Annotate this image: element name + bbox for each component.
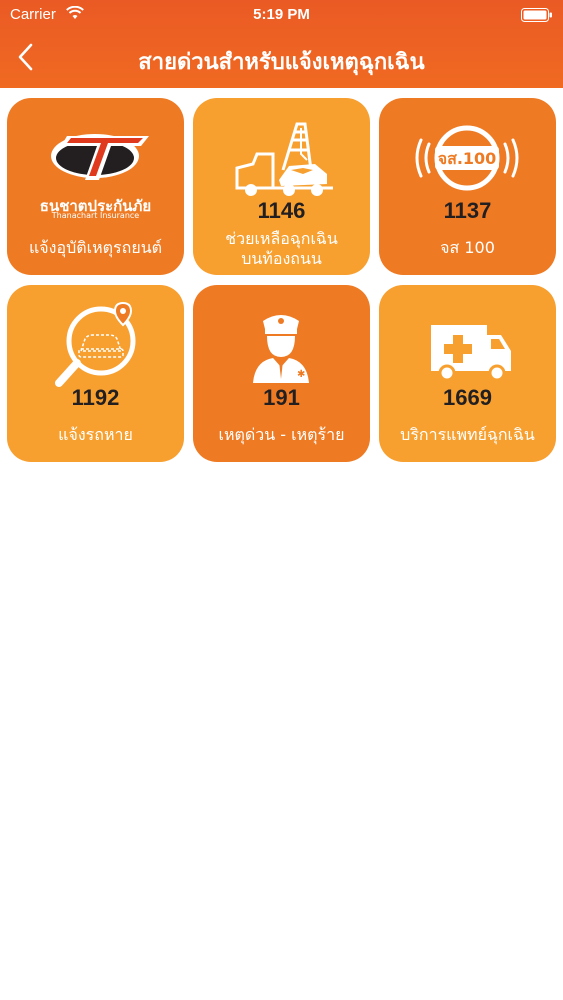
tile-label: ช่วยเหลือฉุกเฉิน บนท้องถนน [197,229,366,269]
radio-logo-text: จส.100 [438,149,497,168]
tile-label: แจ้งรถหาย [58,425,133,444]
header: Carrier 5:19 PM สายด่วนสำหรับแจ้งเหตุฉุก… [0,0,563,88]
chevron-left-icon [18,43,33,71]
status-time: 5:19 PM [253,6,310,23]
tile-police[interactable]: ✱ 191 เหตุด่วน - เหตุร้าย [193,285,370,462]
thanachart-insurance-logo [51,134,149,180]
logo-name-english: Thanachart Insurance [51,211,140,220]
hotline-number: 191 [263,385,300,410]
hotline-number: 1669 [443,385,492,410]
battery-icon [521,8,552,22]
car-search-icon [55,301,136,387]
tile-label-line-1: ช่วยเหลือฉุกเฉิน [225,229,338,248]
page-title: สายด่วนสำหรับแจ้งเหตุฉุกเฉิน [138,50,425,75]
tile-label: เหตุด่วน - เหตุร้าย [218,425,345,444]
hotline-number: 1192 [71,385,120,410]
hotline-number: 1146 [257,198,306,223]
tile-road-assistance[interactable]: 1146 ช่วยเหลือฉุกเฉิน บนท้องถนน [193,98,370,275]
tile-label: จส 100 [440,238,495,257]
tile-ambulance[interactable]: 1669 บริการแพทย์ฉุกเฉิน [379,285,556,462]
svg-text:✱: ✱ [297,369,305,380]
tile-stolen-car[interactable]: 1192 แจ้งรถหาย [7,285,184,462]
tile-car-accident[interactable]: ธนชาตประกันภัย Thanachart Insurance แจ้ง… [7,98,184,275]
tile-js100[interactable]: จส.100 1137 จส 100 [379,98,556,275]
back-button[interactable] [14,40,38,74]
police-officer-icon: ✱ [253,315,309,383]
tile-label-line-2: บนท้องถนน [241,249,322,268]
ambulance-icon [431,325,511,382]
tow-truck-icon [235,122,333,196]
radio-jor-sor-100-icon: จส.100 [415,125,519,191]
status-bar: Carrier 5:19 PM [0,0,563,30]
tile-label: แจ้งอุบัติเหตุรถยนต์ [28,238,163,257]
hotline-number: 1137 [443,198,492,223]
tile-label: บริการแพทย์ฉุกเฉิน [400,425,535,444]
